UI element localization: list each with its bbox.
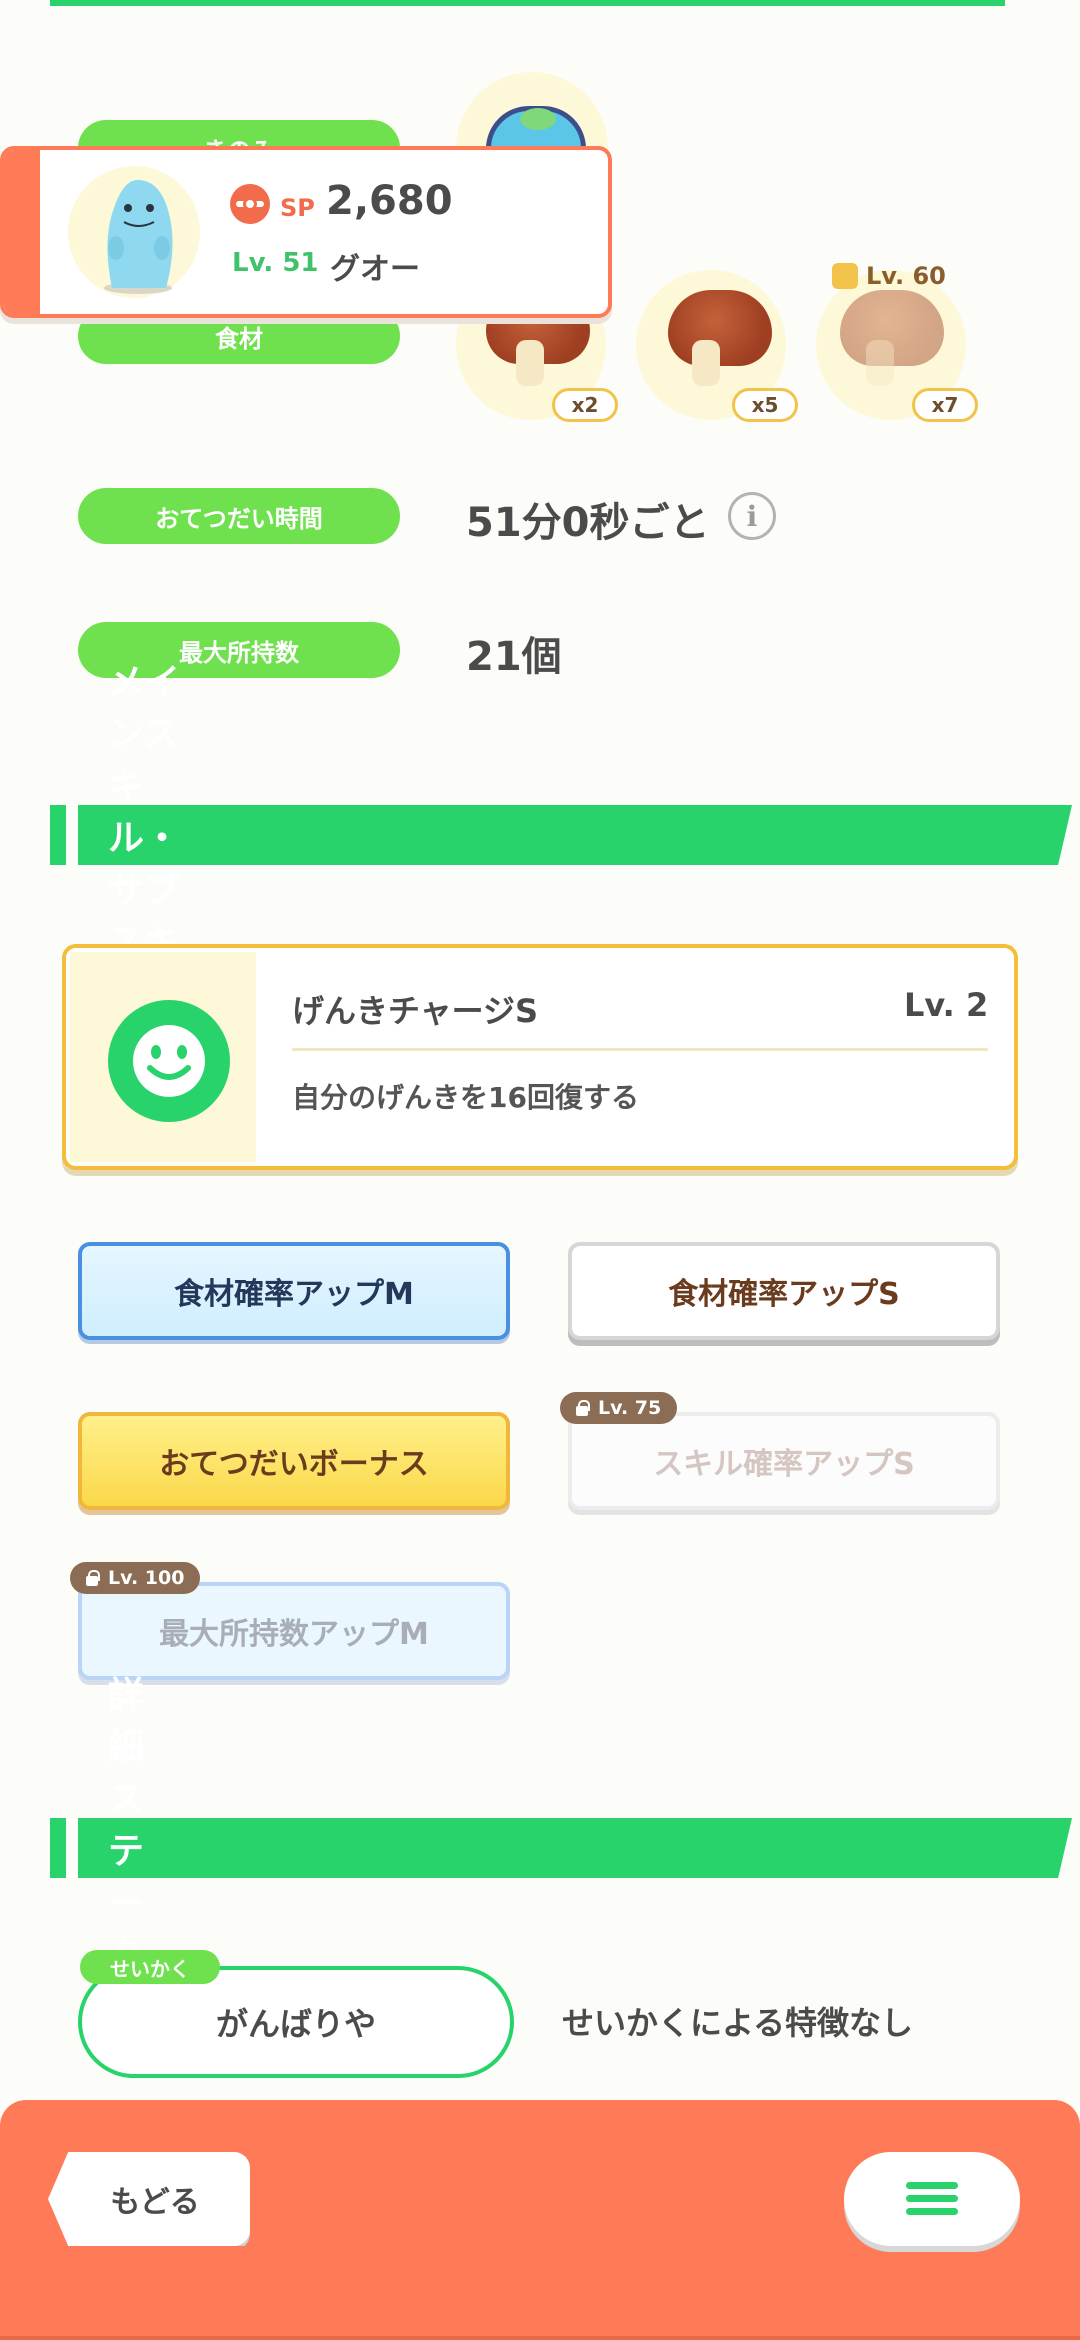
back-button-label: もどる bbox=[110, 2185, 200, 2220]
pokeball-icon bbox=[230, 184, 270, 224]
main-skill-description: 自分のげんきを16回復する bbox=[292, 1081, 639, 1114]
skills-section-title: メインスキル・サブスキル bbox=[108, 662, 181, 1015]
ingredient-label-text: 食材 bbox=[215, 324, 263, 353]
main-skill-icon-area bbox=[70, 952, 256, 1162]
nature-tag-text: せいかく bbox=[110, 1956, 190, 1981]
sp-value: 2,680 bbox=[326, 178, 453, 224]
sub-skill-3-label: おてつだいボーナス bbox=[159, 1447, 429, 1482]
nature-value: がんばりや bbox=[215, 2005, 376, 2043]
lock-icon bbox=[832, 263, 858, 289]
card-accent-strip bbox=[4, 150, 40, 314]
section-band bbox=[78, 1818, 1072, 1878]
nature-effect: せいかくによる特徴なし bbox=[562, 2004, 914, 2042]
sub-skill-1[interactable]: 食材確率アップM bbox=[78, 1242, 510, 1340]
menu-icon-line bbox=[906, 2208, 958, 2215]
main-skill-level: Lv. 2 bbox=[904, 986, 989, 1024]
details-section-title: 詳細ステータス bbox=[108, 1675, 145, 2028]
sub-skill-4-label: スキル確率アップS bbox=[653, 1447, 915, 1482]
sub-skill-5-label: 最大所持数アップM bbox=[159, 1617, 429, 1652]
sub-skill-2-label: 食材確率アップS bbox=[668, 1277, 900, 1312]
max-carry-label-text: 最大所持数 bbox=[179, 638, 299, 667]
top-divider-band bbox=[50, 0, 1005, 6]
main-skill-card[interactable]: げんきチャージS Lv. 2 自分のげんきを16回復する bbox=[62, 944, 1018, 1170]
ingredient-count-3-text: x7 bbox=[931, 393, 959, 417]
sub-skill-4[interactable]: スキル確率アップS bbox=[568, 1412, 1000, 1510]
menu-icon bbox=[906, 2182, 958, 2189]
ingredient-lock-level: Lv. 60 bbox=[832, 262, 946, 290]
sub-skill-5-lock-tag: Lv. 100 bbox=[70, 1562, 201, 1594]
pokemon-portrait-icon bbox=[104, 179, 173, 294]
ingredient-count-1: x2 bbox=[552, 388, 618, 422]
pokemon-level: Lv. 51 bbox=[232, 248, 319, 278]
help-time-label-text: おてつだい時間 bbox=[155, 504, 323, 533]
section-lead-bar bbox=[50, 805, 66, 865]
skill-divider bbox=[292, 1048, 988, 1051]
berry-leaf-icon bbox=[520, 108, 556, 130]
pokemon-summary-card[interactable]: SP 2,680 Lv. 51 グオー bbox=[0, 146, 612, 318]
smile-icon bbox=[108, 1000, 230, 1122]
ingredient-lock-level-text: Lv. 60 bbox=[866, 262, 946, 290]
main-skill-name: げんきチャージS bbox=[292, 992, 539, 1030]
menu-button[interactable] bbox=[844, 2152, 1020, 2246]
help-time-label: おてつだい時間 bbox=[78, 488, 400, 544]
help-time-value: 51分0秒ごと bbox=[466, 500, 710, 546]
ingredient-count-1-text: x2 bbox=[571, 393, 599, 417]
sp-label: SP bbox=[280, 194, 315, 222]
mushroom-icon bbox=[668, 290, 772, 366]
lock-icon bbox=[84, 1570, 100, 1586]
section-lead-bar bbox=[50, 1818, 66, 1878]
back-button[interactable]: もどる bbox=[48, 2152, 250, 2246]
pokemon-name: グオー bbox=[330, 252, 420, 287]
sub-skill-1-label: 食材確率アップM bbox=[174, 1277, 414, 1312]
ingredient-count-2-text: x5 bbox=[751, 393, 779, 417]
mushroom-stem-icon bbox=[866, 340, 894, 386]
lock-icon bbox=[574, 1400, 590, 1416]
ingredient-count-2: x5 bbox=[732, 388, 798, 422]
max-carry-value: 21個 bbox=[466, 634, 562, 680]
ingredient-count-3: x7 bbox=[912, 388, 978, 422]
mushroom-stem-icon bbox=[692, 340, 720, 386]
sub-skill-5-lock-text: Lv. 100 bbox=[108, 1567, 185, 1589]
info-icon[interactable]: i bbox=[728, 492, 776, 540]
menu-icon-line bbox=[906, 2195, 958, 2202]
sub-skill-4-lock-text: Lv. 75 bbox=[598, 1397, 662, 1419]
sub-skill-4-lock-tag: Lv. 75 bbox=[560, 1392, 678, 1424]
sub-skill-2[interactable]: 食材確率アップS bbox=[568, 1242, 1000, 1340]
sub-skill-3[interactable]: おてつだいボーナス bbox=[78, 1412, 510, 1510]
section-band bbox=[78, 805, 1072, 865]
nature-tag: せいかく bbox=[80, 1950, 220, 1984]
mushroom-stem-icon bbox=[516, 340, 544, 386]
